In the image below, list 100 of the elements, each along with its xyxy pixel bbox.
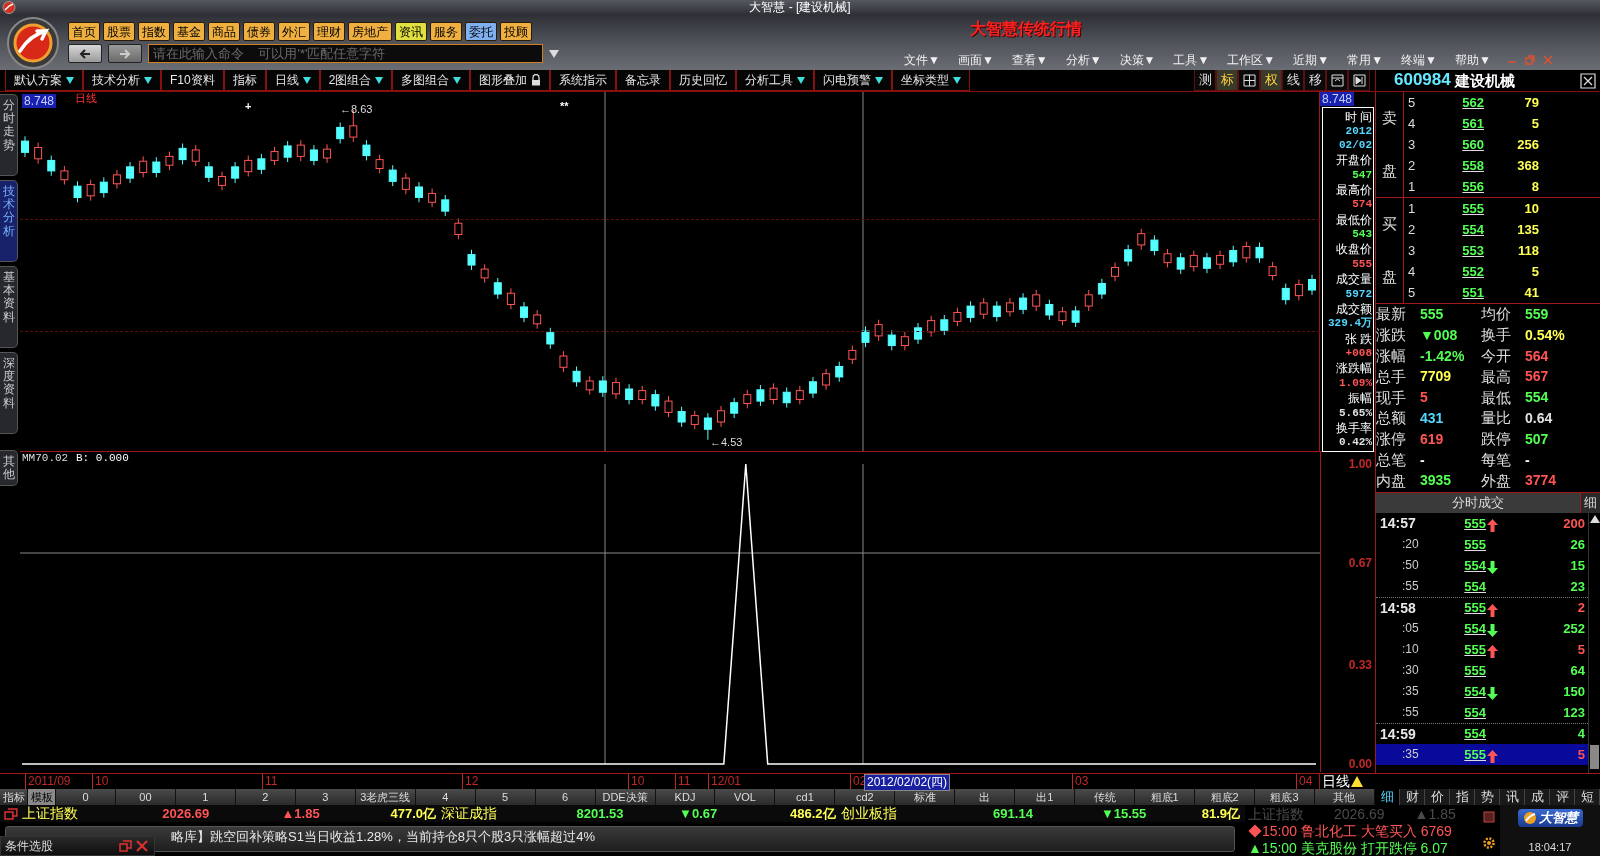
nav-button[interactable]: 理财 — [313, 22, 345, 41]
chart-tool-button[interactable]: 线 — [1282, 70, 1304, 91]
forward-button[interactable] — [108, 44, 142, 63]
trade-row[interactable]: :35 555 5 — [1376, 744, 1588, 766]
toolbar-item[interactable]: 历史回忆 — [670, 70, 737, 91]
side-tab[interactable]: 基本资料 — [0, 266, 18, 348]
nav-button[interactable]: 债券 — [243, 22, 275, 41]
dropdown-icon[interactable] — [66, 76, 74, 84]
toolbar-item[interactable]: 分析工具 — [736, 70, 815, 91]
quote-value: 554 — [1525, 389, 1549, 406]
nav-button[interactable]: 基金 — [173, 22, 205, 41]
indicator-tab[interactable]: 模板 — [28, 789, 56, 805]
order-volume: 135 — [1516, 221, 1539, 238]
menu-item[interactable]: 帮助▼ — [1445, 52, 1500, 67]
toolbar-item[interactable]: 备忘录 — [616, 70, 671, 91]
chart-tool-button[interactable] — [1326, 70, 1348, 91]
toolbar-item[interactable]: 技术分析 — [83, 70, 161, 91]
period-label: 日线 — [75, 92, 97, 106]
menu-item[interactable]: 画面▼ — [948, 52, 1003, 67]
trade-row[interactable]: 14:57 555 200 — [1376, 513, 1588, 535]
nav-button[interactable]: 服务 — [430, 22, 462, 41]
toolbar-item[interactable]: 2图组合 — [319, 70, 393, 91]
trade-row[interactable]: :35 554 150 — [1376, 681, 1588, 703]
trade-row[interactable]: :55 554 123 — [1376, 702, 1588, 724]
side-tab[interactable]: 分时走势 — [0, 94, 18, 176]
back-button[interactable] — [68, 44, 102, 63]
menu-item[interactable]: 常用▼ — [1338, 52, 1392, 67]
nav-button[interactable]: 外汇 — [278, 22, 310, 41]
chart-tool-button[interactable]: 标 — [1216, 70, 1238, 91]
square-icon[interactable] — [1483, 811, 1495, 824]
toolbar-item[interactable]: 多图组合 — [392, 70, 471, 91]
nav-button[interactable]: 房地产 — [348, 22, 392, 41]
trade-row[interactable]: :55 554 23 — [1376, 576, 1588, 598]
rank-number: 3 — [1407, 242, 1417, 259]
panel-tab[interactable]: 细 — [1375, 789, 1400, 805]
dropdown-icon[interactable] — [302, 76, 311, 84]
panel-tab[interactable]: 细 — [1580, 493, 1600, 514]
window-icon[interactable] — [4, 807, 18, 820]
scrollbar-thumb[interactable] — [1590, 745, 1599, 769]
candle — [1176, 252, 1185, 275]
nav-button[interactable]: 委托 — [465, 22, 497, 41]
toolbar-item[interactable]: 闪电预警 — [814, 70, 893, 91]
alert-item[interactable]: ▲15:00 美克股份 打开跌停 6.07 — [1248, 839, 1478, 856]
nav-button[interactable]: 投顾 — [500, 22, 532, 41]
gear-icon[interactable] — [1482, 835, 1496, 850]
dropdown-icon[interactable] — [375, 76, 384, 84]
trade-row[interactable]: :30 555 64 — [1376, 660, 1588, 682]
trade-price: 555 — [1463, 600, 1486, 616]
menu-item[interactable]: 查看▼ — [1002, 52, 1057, 67]
dropdown-icon[interactable] — [875, 76, 884, 84]
dropdown-icon[interactable] — [953, 76, 962, 84]
alert-item[interactable]: ◆15:00 鲁北化工 大笔买入 6769 — [1248, 822, 1478, 840]
logo-icon[interactable] — [6, 16, 60, 69]
candle — [480, 263, 489, 284]
trade-row[interactable]: :10 555 5 — [1376, 639, 1588, 661]
menu-item[interactable]: 终端▼ — [1392, 52, 1446, 67]
toolbar-item[interactable]: 系统指示 — [550, 70, 617, 91]
toolbar-item[interactable]: F10资料 — [161, 70, 224, 91]
menu-item[interactable]: 分析▼ — [1056, 52, 1111, 67]
candle — [152, 156, 161, 178]
menu-item[interactable]: 文件▼ — [895, 52, 949, 67]
order-volume: 10 — [1523, 200, 1539, 217]
menu-item[interactable]: 决策▼ — [1110, 52, 1165, 67]
rank-number: 3 — [1407, 136, 1417, 153]
side-tab[interactable]: 技术分析 — [0, 180, 18, 262]
chart-tool-button[interactable]: 权 — [1260, 70, 1282, 91]
triangle-icon[interactable] — [1351, 776, 1363, 787]
chart-tool-button[interactable]: 移 — [1304, 70, 1326, 91]
dropdown-icon[interactable] — [453, 76, 462, 84]
dropdown-icon[interactable] — [797, 76, 806, 84]
command-input[interactable]: 请在此输入命令 可以用'*'匹配任意字符 — [148, 44, 543, 63]
nav-button[interactable]: 商品 — [208, 22, 240, 41]
trade-row[interactable]: :20 555 26 — [1376, 534, 1588, 556]
nav-button[interactable]: 指数 — [138, 22, 170, 41]
restore-icon[interactable] — [119, 840, 132, 852]
menu-item[interactable]: 近期▼ — [1284, 52, 1339, 67]
toolbar-item[interactable]: 坐标类型 — [892, 70, 971, 91]
toolbar-item[interactable]: 默认方案 — [5, 70, 83, 91]
menu-item[interactable]: 工作区▼ — [1218, 52, 1285, 67]
side-tab[interactable]: 其他 — [0, 450, 18, 486]
dropdown-icon[interactable] — [144, 76, 152, 84]
toolbar-item[interactable]: 图形叠加 — [470, 70, 551, 91]
side-tab[interactable]: 深度资料 — [0, 352, 18, 434]
chart-tool-button[interactable] — [1238, 70, 1260, 91]
rank-number: 5 — [1407, 94, 1417, 111]
menu-item[interactable]: 工具▼ — [1164, 52, 1219, 67]
price-tag: 8.748 — [1320, 92, 1355, 107]
nav-button[interactable]: 资讯 — [395, 22, 427, 41]
trade-row[interactable]: :50 554 15 — [1376, 555, 1588, 577]
info-value: 574 — [1352, 199, 1372, 211]
candle — [1111, 262, 1119, 282]
toolbar-item[interactable]: 指标 — [223, 70, 266, 91]
chart-tool-button[interactable] — [1348, 70, 1370, 91]
caret-icon[interactable] — [549, 49, 559, 58]
chart-tool-button[interactable]: 测 — [1194, 70, 1216, 91]
nav-button[interactable]: 股票 — [103, 22, 135, 41]
toolbar-item[interactable]: 日线 — [265, 70, 320, 91]
nav-button[interactable]: 首页 — [68, 22, 100, 41]
quote-value: 564 — [1525, 347, 1549, 365]
trade-row[interactable]: :05 554 252 — [1376, 618, 1588, 640]
